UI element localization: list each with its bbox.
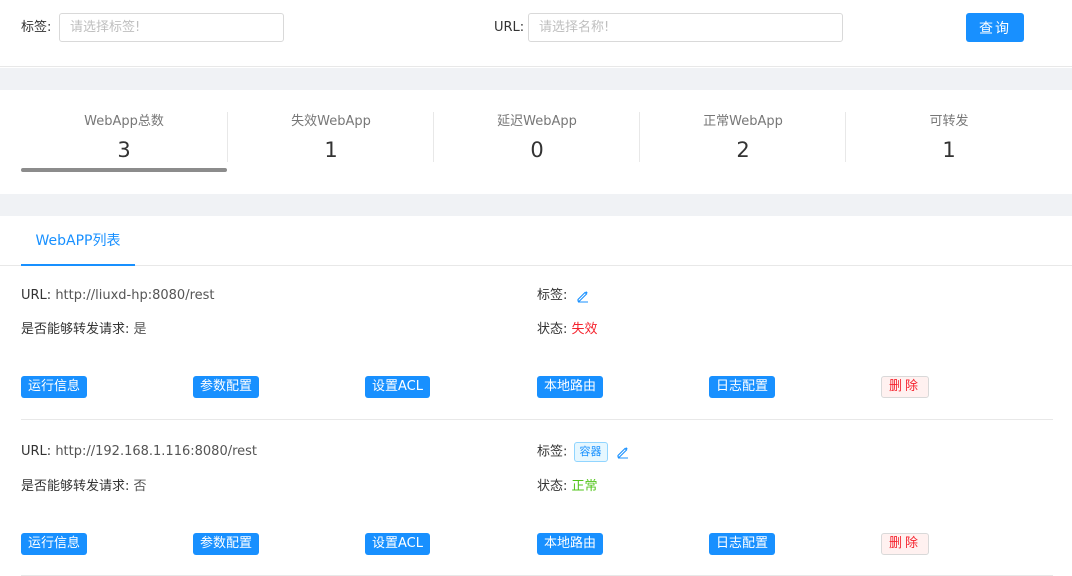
stat-label: 可转发 — [929, 114, 969, 129]
status-value: 失效 — [571, 322, 598, 337]
tag-label: 标签: — [537, 288, 568, 303]
edit-icon[interactable] — [576, 289, 590, 303]
log-config-button[interactable]: 日志配置 — [709, 376, 776, 398]
section-gap — [0, 194, 1072, 216]
runtime-info-button[interactable]: 运行信息 — [21, 533, 88, 555]
stat-normal[interactable]: 正常WebApp 2 — [640, 112, 846, 164]
forward-label: 是否能够转发请求: — [21, 322, 130, 337]
forward-field: 是否能够转发请求: 否 — [21, 477, 147, 497]
stat-value: 0 — [530, 138, 544, 162]
param-config-button[interactable]: 参数配置 — [193, 376, 260, 398]
stat-value: 2 — [736, 138, 750, 162]
stat-label: 延迟WebApp — [497, 114, 577, 129]
section-gap — [0, 68, 1072, 90]
tag-field: 标签: — [537, 286, 590, 306]
url-field: URL: http://liuxd-hp:8080/rest — [21, 286, 215, 306]
param-config-button[interactable]: 参数配置 — [193, 533, 260, 555]
stat-forwardable[interactable]: 可转发 1 — [846, 112, 1052, 164]
stat-delayed[interactable]: 延迟WebApp 0 — [434, 112, 640, 164]
status-label: 状态: — [537, 322, 568, 337]
stat-value: 1 — [942, 138, 956, 162]
tag-filter-label: 标签: — [21, 20, 52, 35]
stats-panel: WebApp总数 3 失效WebApp 1 延迟WebApp 0 正常WebAp… — [0, 90, 1072, 194]
tab-bar: WebAPP列表 — [0, 216, 1072, 266]
stat-label: 正常WebApp — [703, 114, 783, 129]
url-value: http://liuxd-hp:8080/rest — [55, 288, 215, 303]
status-value: 正常 — [571, 479, 598, 494]
webapp-list-section: WebAPP列表 URL: http://liuxd-hp:8080/rest … — [0, 216, 1072, 576]
url-label: URL: — [21, 444, 52, 459]
tag-badge: 容器 — [573, 442, 608, 462]
set-acl-button[interactable]: 设置ACL — [365, 533, 430, 555]
url-label: URL: — [21, 288, 52, 303]
stat-value: 3 — [117, 138, 131, 162]
delete-button[interactable]: 删除 — [881, 533, 930, 555]
url-value: http://192.168.1.116:8080/rest — [55, 444, 258, 459]
delete-button[interactable]: 删除 — [881, 376, 930, 398]
forward-field: 是否能够转发请求: 是 — [21, 320, 147, 340]
url-field: URL: http://192.168.1.116:8080/rest — [21, 442, 257, 462]
stat-value: 1 — [324, 138, 338, 162]
edit-icon[interactable] — [616, 445, 630, 459]
url-filter-label: URL: — [494, 20, 525, 35]
webapp-card: URL: http://192.168.1.116:8080/rest 是否能够… — [21, 420, 1053, 576]
query-button[interactable]: 查询 — [966, 13, 1024, 42]
stat-total[interactable]: WebApp总数 3 — [21, 112, 227, 164]
status-field: 状态: 失效 — [537, 320, 598, 340]
local-route-button[interactable]: 本地路由 — [537, 376, 604, 398]
tag-field: 标签: 容器 — [537, 442, 630, 463]
url-filter-input[interactable] — [528, 13, 843, 42]
stat-label: 失效WebApp — [291, 114, 371, 129]
stat-invalid[interactable]: 失效WebApp 1 — [228, 112, 434, 164]
stat-label: WebApp总数 — [84, 114, 164, 129]
tab-webapp-list[interactable]: WebAPP列表 — [21, 216, 135, 266]
tag-label: 标签: — [537, 444, 568, 460]
local-route-button[interactable]: 本地路由 — [537, 533, 604, 555]
active-stat-indicator — [21, 168, 227, 172]
webapp-card: URL: http://liuxd-hp:8080/rest 是否能够转发请求:… — [21, 264, 1053, 420]
forward-value: 否 — [133, 479, 147, 494]
search-bar: 标签: URL: 查询 — [0, 0, 1072, 67]
status-label: 状态: — [537, 479, 568, 494]
tag-filter-input[interactable] — [59, 13, 284, 42]
forward-label: 是否能够转发请求: — [21, 479, 130, 494]
runtime-info-button[interactable]: 运行信息 — [21, 376, 88, 398]
log-config-button[interactable]: 日志配置 — [709, 533, 776, 555]
forward-value: 是 — [133, 322, 147, 337]
status-field: 状态: 正常 — [537, 477, 598, 497]
set-acl-button[interactable]: 设置ACL — [365, 376, 430, 398]
